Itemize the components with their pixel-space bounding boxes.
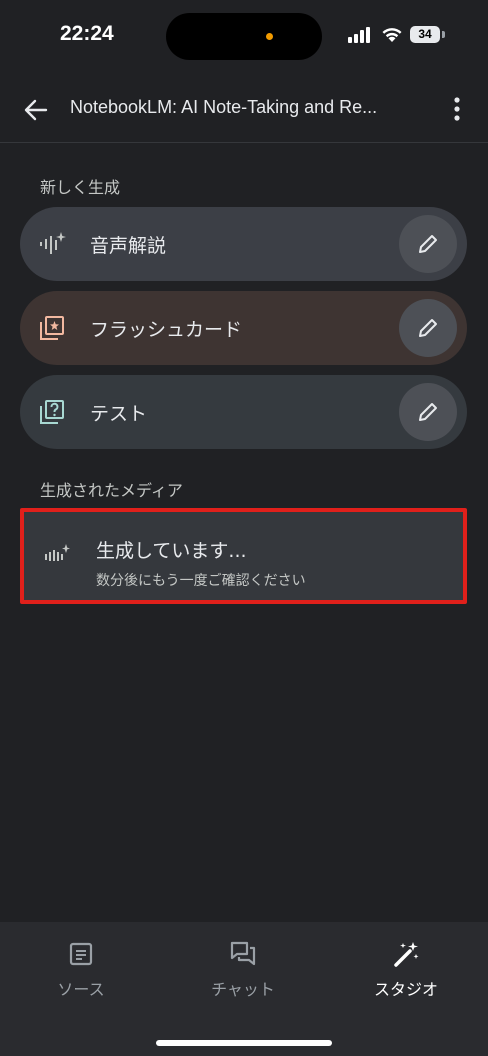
edit-flashcards-button[interactable] [399,299,457,357]
cellular-signal-icon [348,27,370,43]
recording-indicator-dot [266,33,273,40]
chat-icon [230,941,256,966]
nav-label: チャット [211,980,275,999]
magic-wand-icon [394,942,419,967]
pencil-icon [419,319,437,337]
generate-flashcards-row[interactable]: フラッシュカード [20,291,467,365]
generating-media-card[interactable]: 生成しています... 数分後にもう一度ご確認ください [20,508,467,604]
app-bar: NotebookLM: AI Note-Taking and Re... [0,76,488,143]
more-options-icon[interactable] [446,94,468,124]
edit-quiz-button[interactable] [399,383,457,441]
dynamic-island [166,13,322,60]
home-indicator [156,1040,332,1046]
generate-item-label: 音声解説 [90,235,167,257]
pencil-icon [419,235,437,253]
generate-quiz-row[interactable]: テスト [20,375,467,449]
status-bar: 22:24 34 [0,0,488,76]
nav-item-sources[interactable]: ソース [21,940,141,1000]
battery-tip [442,31,445,38]
generate-item-label: フラッシュカード [90,319,243,341]
section-label-generated-media: 生成されたメディア [40,481,183,500]
edit-audio-overview-button[interactable] [399,215,457,273]
document-icon [69,942,93,966]
quiz-icon [40,400,64,424]
back-arrow-icon[interactable] [22,96,50,124]
status-time: 22:24 [60,22,114,45]
generate-item-label: テスト [90,403,148,425]
nav-item-studio[interactable]: スタジオ [346,940,466,1000]
audio-sparkle-icon [40,232,66,254]
nav-label: ソース [57,980,105,999]
battery-indicator: 34 [410,26,440,43]
nav-item-chat[interactable]: チャット [183,940,303,1000]
flashcard-icon [40,316,64,340]
section-label-new-generation: 新しく生成 [40,178,121,197]
pencil-icon [419,403,437,421]
wifi-icon [382,28,402,42]
media-card-subtitle: 数分後にもう一度ご確認ください [96,573,306,589]
bottom-nav: ソース チャット スタジオ [0,922,488,1056]
notebook-title: NotebookLM: AI Note-Taking and Re... [70,97,378,117]
media-card-title: 生成しています... [96,540,247,562]
nav-label: スタジオ [373,980,438,999]
generate-audio-overview-row[interactable]: 音声解説 [20,207,467,281]
audio-sparkle-icon [45,544,70,561]
